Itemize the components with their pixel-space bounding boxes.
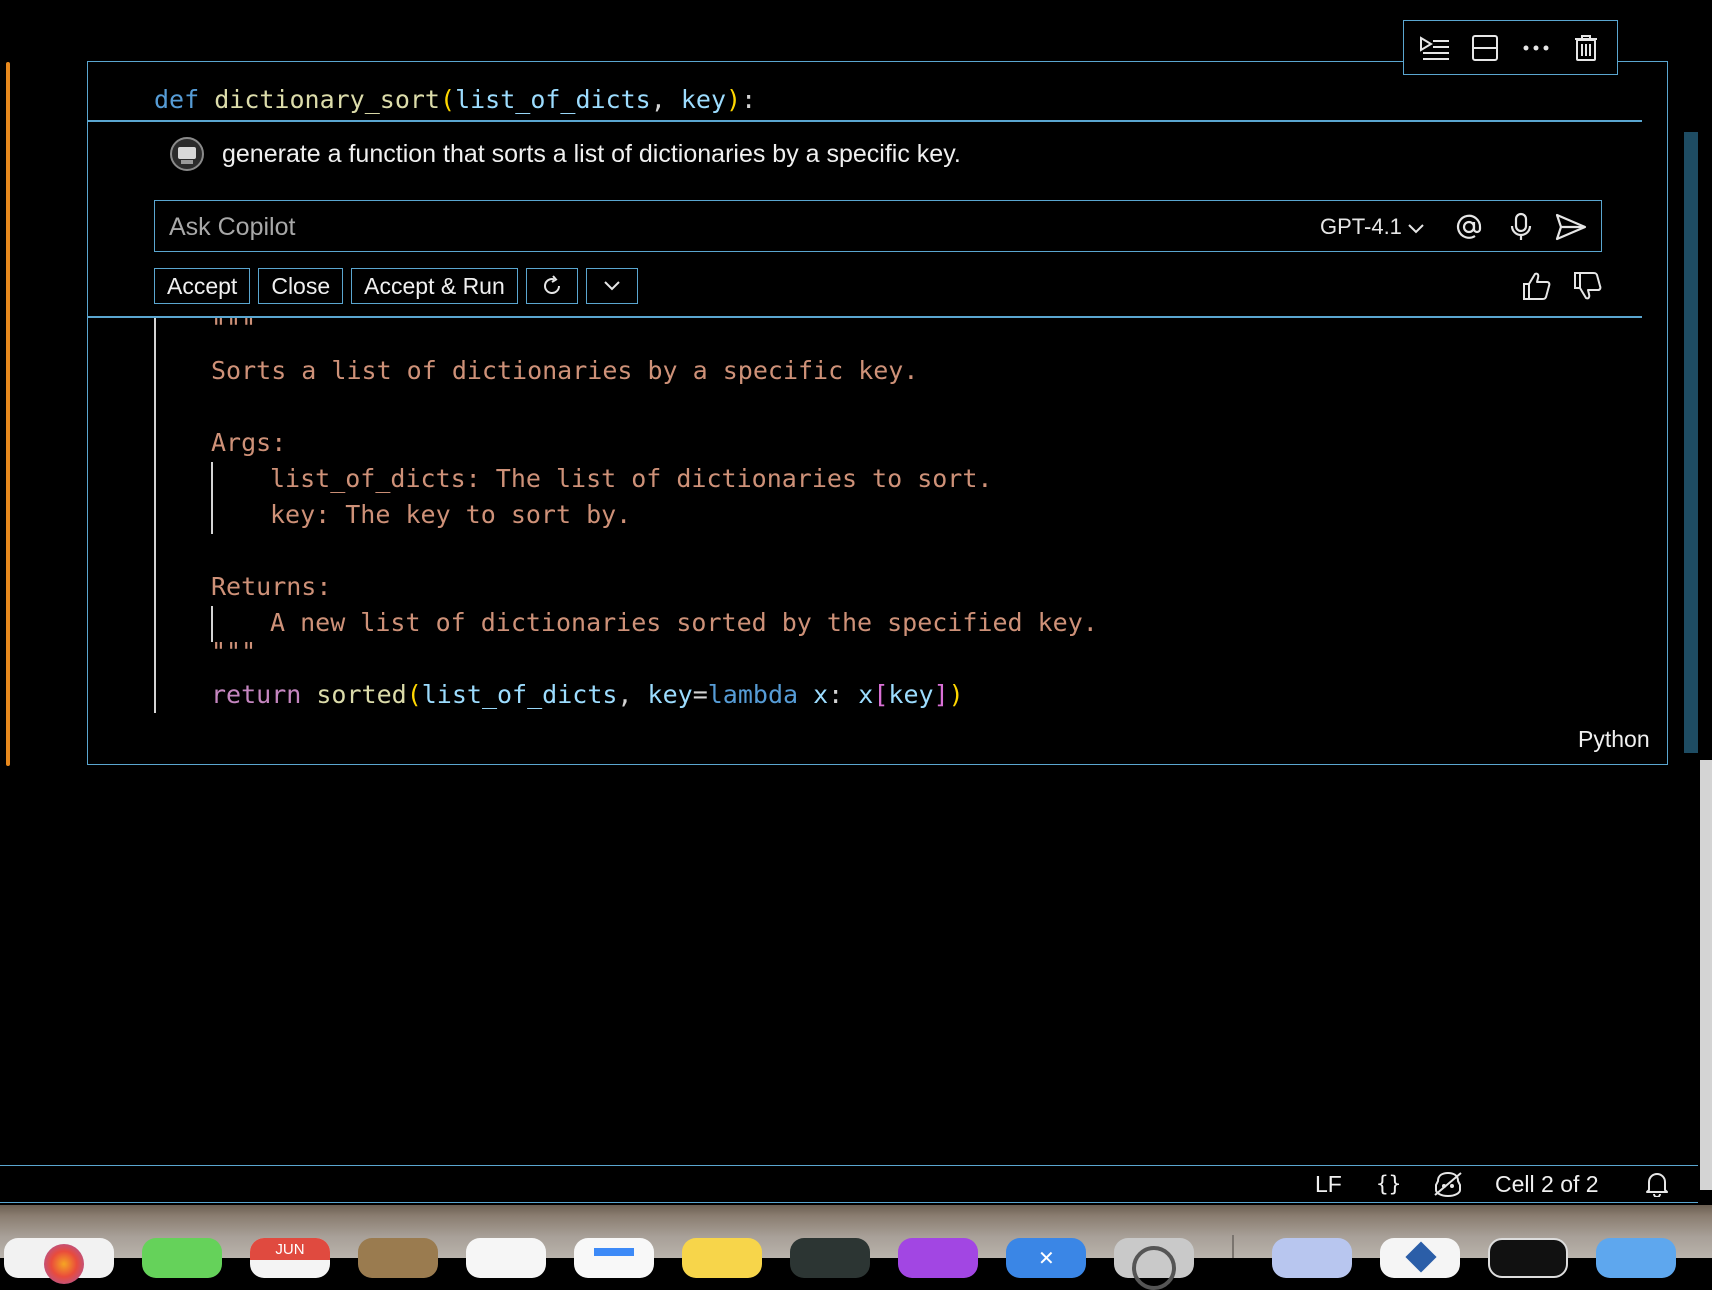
chat-prompt-text: generate a function that sorts a list of… (222, 140, 961, 168)
dock-divider (1232, 1235, 1234, 1258)
mention-icon[interactable] (1449, 207, 1489, 247)
bracket-open: [ (873, 680, 889, 709)
accept-button[interactable]: Accept (154, 268, 251, 304)
model-picker[interactable]: GPT-4.1 (1320, 209, 1424, 245)
reminders-app-icon[interactable] (574, 1238, 654, 1278)
paren-close: ) (948, 680, 964, 709)
copilot-status-icon[interactable] (1433, 1170, 1463, 1198)
docstring-summary: Sorts a list of dictionaries by a specif… (211, 356, 919, 385)
system-settings-app-icon[interactable] (1114, 1238, 1194, 1290)
scrollbar-track[interactable] (1700, 760, 1712, 1190)
preview-app-icon[interactable] (1272, 1238, 1352, 1278)
code-line-signature[interactable]: def dictionary_sort(list_of_dicts, key): (154, 82, 756, 118)
notes-archive-app-icon[interactable] (358, 1238, 438, 1278)
activity-app-icon[interactable] (790, 1238, 870, 1278)
status-bar: LF {} Cell 2 of 2 (0, 1165, 1698, 1203)
chevron-down-icon (604, 281, 620, 291)
param-key: key (680, 85, 726, 114)
paren-close: ) (726, 85, 742, 114)
inline-chat-bottom-border (88, 316, 1642, 318)
docstring-arg-list-of-dicts: list_of_dicts: The list of dictionaries … (270, 464, 993, 493)
colon: : (828, 680, 859, 709)
send-icon[interactable] (1551, 207, 1591, 247)
execute-above-icon[interactable] (1415, 28, 1455, 68)
kwarg-key: key (647, 680, 693, 709)
more-actions-icon[interactable] (1516, 28, 1556, 68)
bracket-close: ] (933, 680, 949, 709)
calendar-app-icon[interactable]: JUN (250, 1238, 330, 1278)
photos-app-icon[interactable] (4, 1238, 114, 1284)
podcasts-app-icon[interactable] (898, 1238, 978, 1278)
comma: , (650, 85, 681, 114)
function-name: dictionary_sort (214, 85, 440, 114)
var-x: x (858, 680, 874, 709)
cell-modified-indicator (6, 62, 10, 766)
arg-list-of-dicts: list_of_dicts (421, 680, 618, 709)
docstring-close: """ (211, 637, 257, 666)
cell-language-picker[interactable]: Python (1578, 726, 1650, 753)
split-cell-icon[interactable] (1465, 28, 1505, 68)
colon: : (741, 85, 757, 114)
close-button[interactable]: Close (258, 268, 344, 304)
indent-guide-args (211, 462, 213, 534)
equals: = (692, 680, 708, 709)
regenerate-button[interactable] (525, 268, 578, 304)
keyword-lambda: lambda (707, 680, 799, 709)
messages-app-icon[interactable] (142, 1238, 222, 1278)
code-line-return[interactable]: return sorted(list_of_dicts, key=lambda … (211, 677, 964, 713)
param-list-of-dicts: list_of_dicts (455, 85, 651, 114)
finder-window-app-icon[interactable] (1596, 1238, 1676, 1278)
paren-open: ( (440, 85, 456, 114)
user-avatar (170, 137, 204, 171)
builtin-sorted: sorted (316, 680, 407, 709)
indent-guide-outer (154, 318, 156, 713)
inline-chat-top-border (88, 120, 1642, 122)
xcode-app-icon[interactable]: ✕ (1006, 1238, 1086, 1278)
cell-position-indicator[interactable]: Cell 2 of 2 (1495, 1170, 1599, 1198)
paren-open: ( (406, 680, 422, 709)
documents-app-icon[interactable] (1380, 1238, 1460, 1278)
stickies-app-icon[interactable] (682, 1238, 762, 1278)
model-name: GPT-4.1 (1320, 214, 1402, 239)
keyword-def: def (154, 85, 200, 114)
thumbs-up-icon[interactable] (1517, 268, 1557, 304)
eol-indicator[interactable]: LF (1315, 1170, 1342, 1198)
delete-cell-icon[interactable] (1566, 28, 1606, 68)
docstring-returns-desc: A new list of dictionaries sorted by the… (270, 608, 1098, 637)
comma: , (617, 680, 648, 709)
docstring-returns-header: Returns: (211, 572, 332, 601)
terminal-app-icon[interactable] (1488, 1238, 1568, 1278)
accept-and-run-button[interactable]: Accept & Run (351, 268, 518, 304)
ask-copilot-box: GPT-4.1 (154, 200, 1602, 252)
lambda-param-x: x (798, 680, 829, 709)
more-options-dropdown[interactable] (585, 268, 638, 304)
keyword-return: return (211, 680, 302, 709)
language-braces-icon[interactable]: {} (1376, 1170, 1401, 1198)
notifications-bell-icon[interactable] (1645, 1170, 1669, 1198)
contacts-app-icon[interactable] (466, 1238, 546, 1278)
cell-toolbar (1403, 20, 1618, 75)
ask-copilot-input[interactable] (167, 209, 1201, 245)
docstring-args-header: Args: (211, 428, 287, 457)
calendar-month-label: JUN (250, 1238, 330, 1260)
thumbs-down-icon[interactable] (1568, 268, 1608, 304)
scrollbar-thumb[interactable] (1684, 132, 1698, 753)
docstring-open: """ (211, 313, 257, 342)
var-key: key (888, 680, 934, 709)
microphone-icon[interactable] (1501, 207, 1541, 247)
docstring-arg-key: key: The key to sort by. (270, 500, 632, 529)
refresh-icon (543, 275, 560, 294)
chevron-down-icon (1408, 214, 1424, 240)
inline-chat-actions: Accept Close Accept & Run (154, 268, 638, 304)
